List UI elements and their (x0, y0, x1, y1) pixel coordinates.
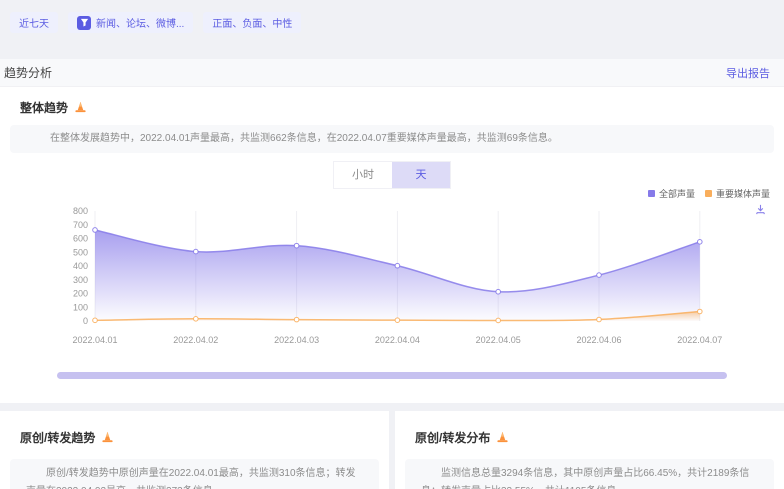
origin-repost-distribution-title-row: 原创/转发分布 (415, 429, 784, 445)
hot-cone-icon (496, 431, 509, 444)
card-bottom-padding (0, 379, 784, 403)
dashboard-page: { "filters": [ { "label": "近七天" }, { "la… (0, 0, 784, 489)
svg-text:600: 600 (73, 234, 88, 244)
origin-repost-trend-card: 原创/转发趋势 原创/转发趋势中原创声量在2022.04.01最高，共监测310… (0, 411, 389, 489)
origin-repost-trend-title: 原创/转发趋势 (20, 429, 95, 446)
origin-repost-distribution-card: 原创/转发分布 监测信息总量3294条信息，其中原创声量占比66.45%，共计2… (395, 411, 784, 489)
chart-legend: 全部声量 重要媒体声量 (648, 187, 770, 200)
origin-repost-trend-summary: 原创/转发趋势中原创声量在2022.04.01最高，共监测310条信息；转发声量… (10, 459, 379, 489)
source-filter-icon (77, 16, 91, 30)
filter-sentiment-label: 正面、负面、中性 (212, 15, 292, 30)
legend-swatch (648, 190, 655, 197)
overall-trend-title-row: 整体趋势 (20, 99, 784, 115)
svg-text:300: 300 (73, 275, 88, 285)
section-title: 趋势分析 (4, 64, 52, 81)
svg-text:0: 0 (83, 316, 88, 326)
svg-text:700: 700 (73, 220, 88, 230)
svg-text:2022.04.02: 2022.04.02 (173, 335, 218, 345)
overall-trend-summary: 在整体发展趋势中，2022.04.01声量最高，共监测662条信息，在2022.… (10, 125, 774, 153)
tab-day[interactable]: 天 (392, 162, 450, 188)
trend-analysis-body: 整体趋势 在整体发展趋势中，2022.04.01声量最高，共监测662条信息，在… (0, 87, 784, 403)
svg-text:2022.04.01: 2022.04.01 (72, 335, 117, 345)
svg-text:100: 100 (73, 302, 88, 312)
legend-label: 全部声量 (659, 187, 695, 200)
svg-text:2022.04.06: 2022.04.06 (576, 335, 621, 345)
filter-date-range[interactable]: 近七天 (10, 12, 58, 33)
legend-label: 重要媒体声量 (716, 187, 770, 200)
filter-sentiment[interactable]: 正面、负面、中性 (203, 12, 301, 33)
trend-analysis-card: 趋势分析 导出报告 整体趋势 在整体发展趋势中，2022.04.01声量最高，共… (0, 59, 784, 403)
trend-area-chart: 0 100 200 300 400 500 600 700 800 2022.04.01 2022.… (0, 203, 780, 351)
filter-sources[interactable]: 新闻、论坛、微博... (68, 12, 193, 33)
legend-swatch (705, 190, 712, 197)
svg-text:2022.04.04: 2022.04.04 (375, 335, 420, 345)
origin-repost-trend-title-row: 原创/转发趋势 (20, 429, 389, 445)
origin-repost-distribution-summary: 监测信息总量3294条信息，其中原创声量占比66.45%，共计2189条信息；转… (405, 459, 774, 489)
svg-text:200: 200 (73, 289, 88, 299)
legend-item-1[interactable]: 重要媒体声量 (705, 187, 770, 200)
overall-trend-title: 整体趋势 (20, 99, 68, 116)
hot-cone-icon (101, 431, 114, 444)
hot-cone-icon (74, 101, 87, 114)
filter-date-range-label: 近七天 (19, 15, 49, 30)
bottom-cards-row: 原创/转发趋势 原创/转发趋势中原创声量在2022.04.01最高，共监测310… (0, 411, 784, 489)
tab-hour[interactable]: 小时 (334, 162, 392, 188)
filter-bar: 近七天 新闻、论坛、微博... 正面、负面、中性 (0, 0, 784, 33)
svg-text:2022.04.03: 2022.04.03 (274, 335, 319, 345)
trend-chart-wrap: 0 100 200 300 400 500 600 700 800 2022.04.01 2022.… (0, 203, 784, 356)
svg-text:2022.04.05: 2022.04.05 (476, 335, 521, 345)
granularity-tabs: 小时 天 (333, 161, 451, 189)
svg-text:400: 400 (73, 261, 88, 271)
svg-text:500: 500 (73, 247, 88, 257)
download-chart-icon[interactable] (755, 204, 766, 215)
trend-analysis-header: 趋势分析 导出报告 (0, 59, 784, 87)
legend-item-0[interactable]: 全部声量 (648, 187, 695, 200)
svg-text:800: 800 (73, 206, 88, 216)
chart-datazoom-slider[interactable] (57, 372, 727, 379)
origin-repost-distribution-title: 原创/转发分布 (415, 429, 490, 446)
svg-text:2022.04.07: 2022.04.07 (677, 335, 722, 345)
filter-sources-label: 新闻、论坛、微博... (96, 15, 184, 30)
export-report-link[interactable]: 导出报告 (726, 65, 770, 81)
